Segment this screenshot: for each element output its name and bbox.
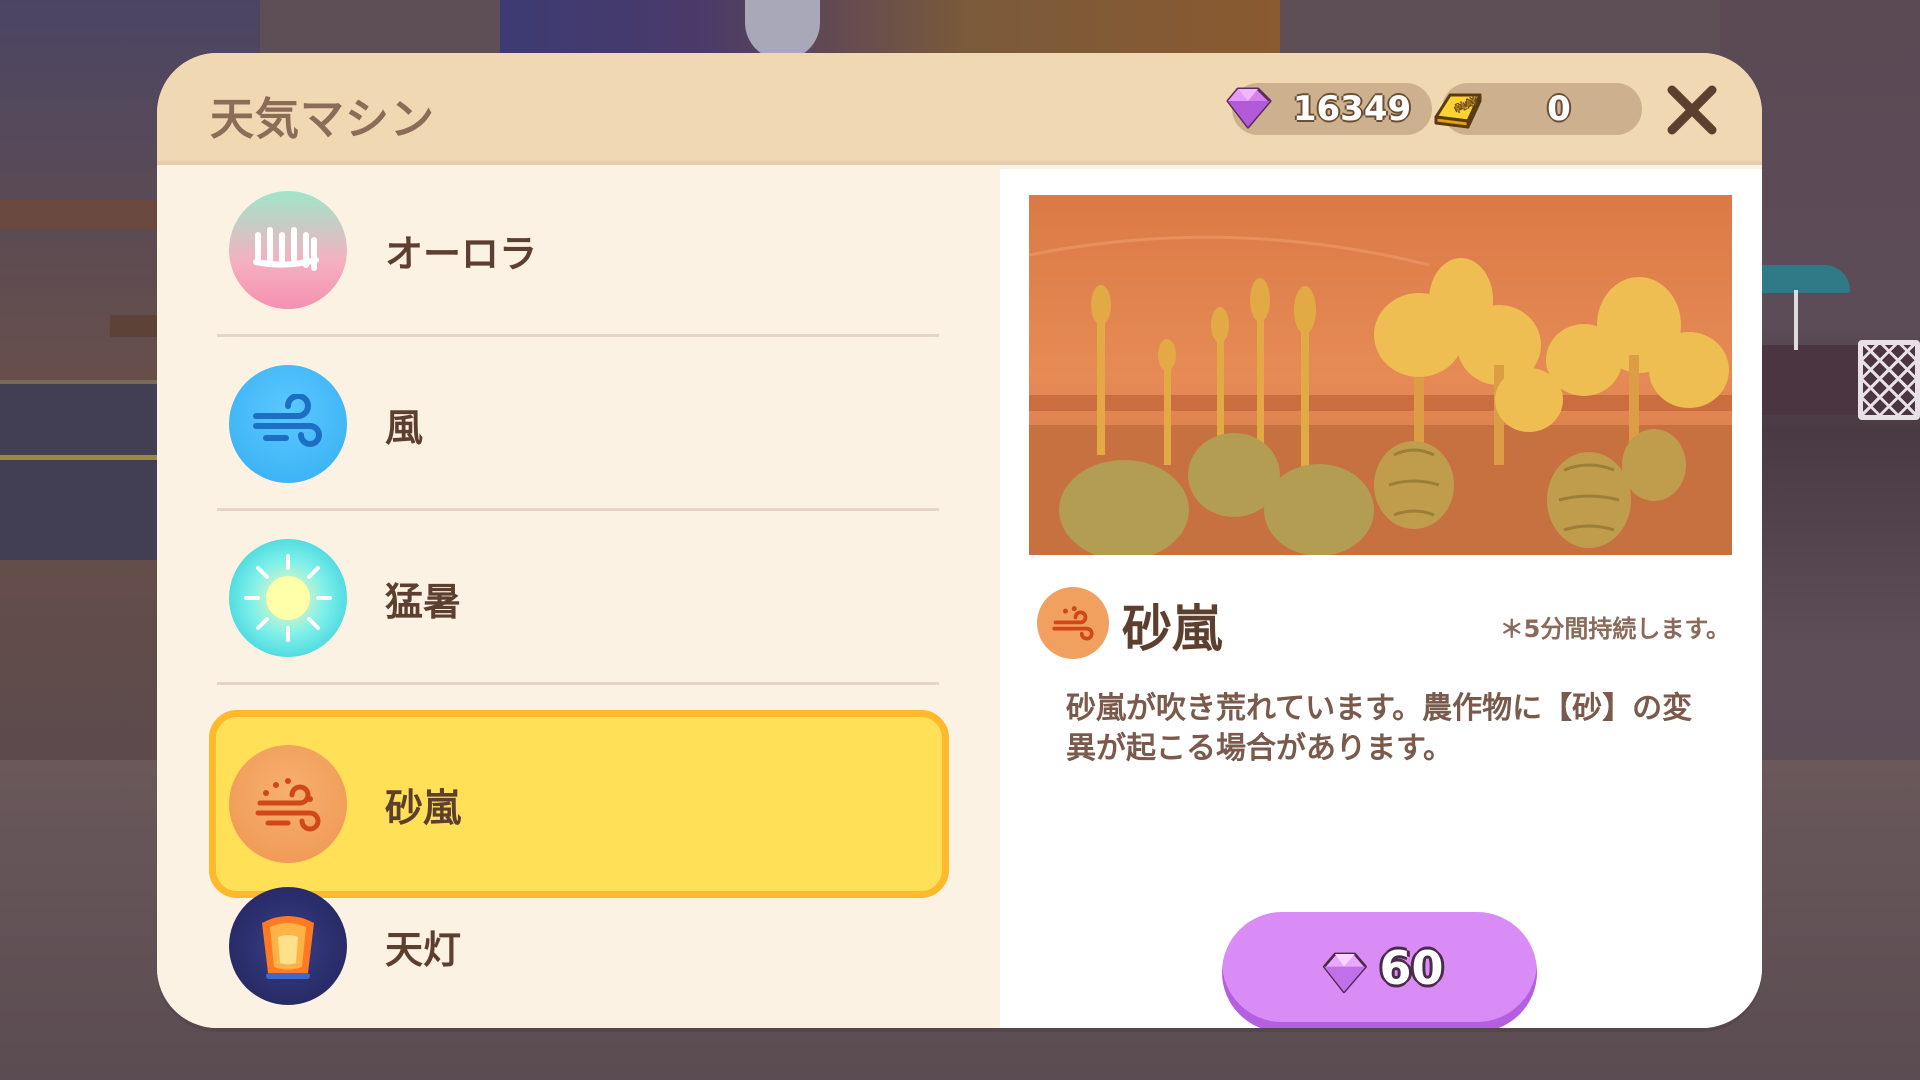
weather-item-sky-lantern[interactable]: 天灯: [217, 859, 939, 1028]
weather-item-aurora[interactable]: オーロラ: [217, 169, 939, 337]
gold-count: 0: [1547, 89, 1571, 129]
weather-item-label: 砂嵐: [385, 785, 462, 830]
gold-balance: PLAY 0: [1434, 83, 1642, 135]
gem-count: 16349: [1292, 89, 1412, 129]
weather-item-label: 天灯: [385, 927, 462, 972]
weather-detail-title: 砂嵐: [1122, 600, 1222, 658]
sky-lantern-icon: [229, 887, 347, 1005]
gold-bar-icon: PLAY: [1434, 93, 1482, 129]
weather-item-label: 風: [385, 405, 424, 450]
background-umbrella-pole: [1794, 290, 1798, 350]
weather-preview-image: [1029, 195, 1732, 555]
background-road: [0, 380, 170, 560]
weather-description: 砂嵐が吹き荒れています。農作物に【砂】の変異が起こる場合があります。: [1066, 691, 1693, 766]
weather-item-heatwave[interactable]: 猛暑: [217, 511, 939, 685]
background-character: [500, 0, 1280, 55]
duration-note: ＊5分間持続します。: [1499, 615, 1730, 643]
background-fence: [1858, 340, 1920, 420]
dialog-title: 天気マシン: [210, 94, 435, 145]
sandstorm-icon: [229, 745, 347, 863]
list-divider: [217, 682, 939, 685]
aurora-icon: [229, 191, 347, 309]
background-road-line: [0, 455, 170, 460]
weather-item-wind[interactable]: 風: [217, 337, 939, 511]
sandstorm-icon: [1037, 587, 1109, 659]
purchase-price: 60: [1379, 941, 1444, 995]
dialog-header: 天気マシン 16349 PLAY 0: [157, 53, 1762, 165]
gem-balance: 16349: [1226, 83, 1432, 135]
weather-list: オーロラ 風 猛暑 砂嵐 天灯: [157, 169, 1000, 1028]
weather-item-label: 猛暑: [385, 579, 462, 624]
close-icon: [1667, 85, 1717, 135]
weather-machine-dialog: 天気マシン 16349 PLAY 0 オーロラ 風 猛暑 砂嵐 天灯 砂嵐 ＊5…: [157, 53, 1762, 1028]
gem-icon: [1323, 952, 1368, 994]
purchase-button[interactable]: 60: [1222, 912, 1537, 1028]
weather-detail-panel: 砂嵐 ＊5分間持続します。 砂嵐が吹き荒れています。農作物に【砂】の変異が起こる…: [1000, 169, 1762, 1028]
weather-item-label: オーロラ: [385, 231, 538, 276]
wind-icon: [229, 365, 347, 483]
sun-icon: [229, 539, 347, 657]
gem-icon: [1226, 87, 1272, 129]
close-button[interactable]: [1657, 75, 1727, 145]
